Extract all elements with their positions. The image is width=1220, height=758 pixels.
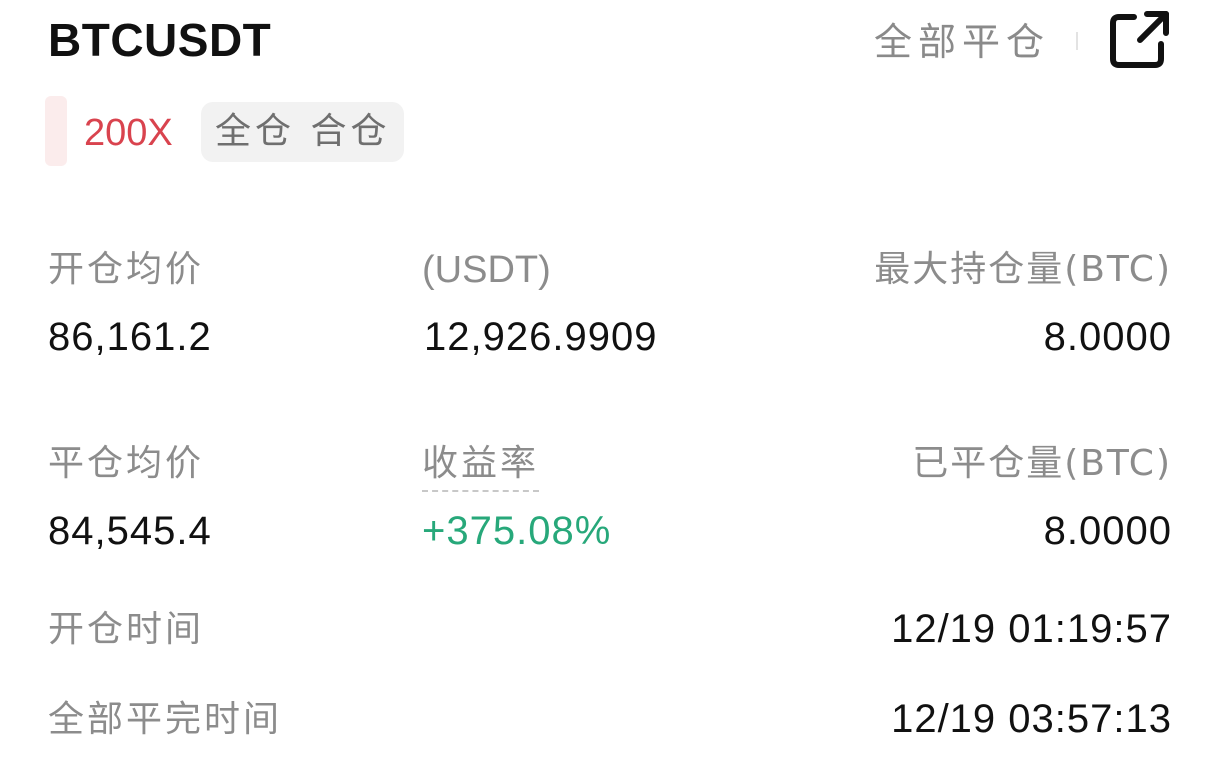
close-all-button[interactable]: 全部平仓 [874,16,1050,68]
close-avg-price-label: 平仓均价 [48,443,205,484]
external-link-icon[interactable] [1106,10,1172,72]
direction-indicator [45,96,67,166]
full-close-time-label: 全部平完时间 [48,699,283,740]
open-avg-price-label: 开仓均价 [48,249,205,290]
close-avg-price-value: 84,545.4 [48,509,212,553]
full-close-time-value: 12/19 03:57:13 [891,697,1172,741]
margin-mode-tag: 全仓 合仓 [201,102,405,162]
roi-label[interactable]: 收益率 [422,440,540,492]
leverage-badge: 200X [84,112,173,154]
max-position-value: 8.0000 [1043,315,1172,359]
closed-quantity-value: 8.0000 [1043,509,1172,553]
header-divider [1076,32,1078,50]
max-position-label: 最大持仓量(BTC) [874,249,1172,290]
usdt-value: 12,926.9909 [424,315,658,359]
closed-quantity-label: 已平仓量(BTC) [912,443,1172,484]
open-time-value: 12/19 01:19:57 [891,607,1172,651]
symbol-title: BTCUSDT [48,14,272,66]
roi-value: +375.08% [422,509,612,553]
open-time-label: 开仓时间 [48,609,205,650]
usdt-label: (USDT) [422,249,551,291]
open-avg-price-value: 86,161.2 [48,315,212,359]
